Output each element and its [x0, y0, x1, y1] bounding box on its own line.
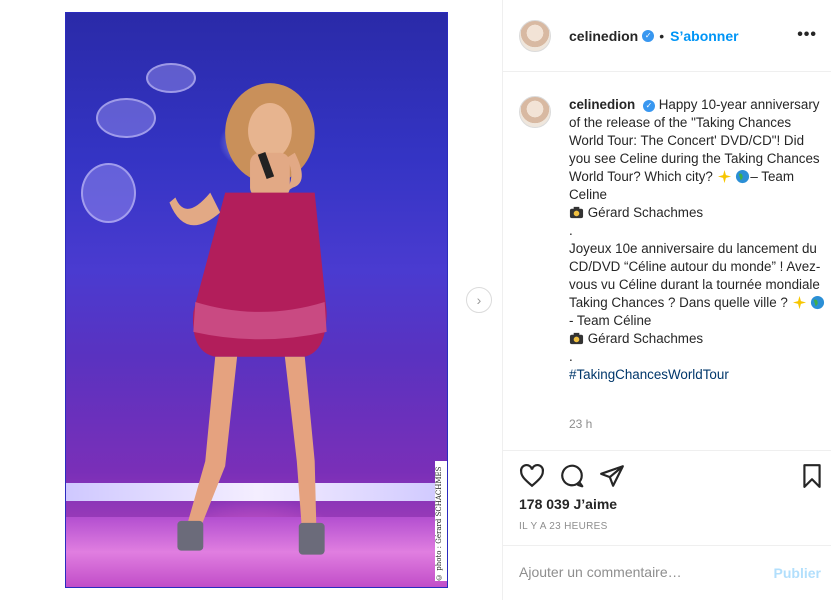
caption-username[interactable]: celinedion: [569, 97, 635, 112]
heart-icon[interactable]: [519, 463, 545, 489]
next-photo-button[interactable]: ›: [466, 287, 492, 313]
post-timestamp[interactable]: IL Y A 23 HEURES: [519, 521, 608, 532]
username-link[interactable]: celinedion: [569, 28, 638, 44]
caption-time: 23 h: [569, 417, 593, 431]
caption-dot: .: [569, 349, 573, 364]
singer-figure: [169, 83, 327, 555]
post-header: celinedion ✓ • S’abonner •••: [503, 0, 831, 72]
photo-credit: © photo : Gérard SCHACHMES: [435, 461, 447, 581]
sparkles-icon: [792, 295, 806, 310]
likes-count[interactable]: 178 039 J’aime: [519, 496, 617, 512]
hashtag-link[interactable]: #TakingChancesWorldTour: [569, 367, 729, 382]
comment-icon[interactable]: [559, 463, 585, 489]
chevron-right-icon: ›: [476, 292, 482, 308]
caption-credit-2: Gérard Schachmes: [587, 331, 704, 346]
caption-avatar[interactable]: [519, 96, 551, 128]
caption-fr-team: - Team Céline: [569, 313, 652, 328]
camera-icon: [569, 206, 584, 219]
comment-input[interactable]: [519, 564, 759, 580]
sparkles-icon: [717, 169, 731, 184]
more-options-icon[interactable]: •••: [797, 26, 817, 44]
action-bar: [503, 450, 831, 500]
publish-button[interactable]: Publier: [774, 565, 821, 581]
caption-text: celinedion ✓ Happy 10-year anniversary o…: [569, 96, 827, 384]
post-panel: celinedion ✓ • S’abonner ••• celinedion …: [503, 0, 831, 600]
comment-bar: Publier: [503, 545, 831, 600]
verified-icon: ✓: [642, 100, 655, 112]
globe-icon: [736, 169, 750, 184]
share-icon[interactable]: [599, 463, 625, 489]
bookmark-icon[interactable]: [799, 463, 825, 489]
separator-dot: •: [659, 27, 665, 44]
caption-credit: Gérard Schachmes: [587, 205, 704, 220]
avatar[interactable]: [519, 19, 551, 52]
caption-dot: .: [569, 223, 573, 238]
caption-fr-text: Joyeux 10e anniversaire du lancement du …: [569, 241, 821, 310]
post-photo[interactable]: © photo : Gérard SCHACHMES: [65, 12, 448, 588]
media-area: © photo : Gérard SCHACHMES ›: [0, 0, 503, 600]
follow-button[interactable]: S’abonner: [670, 28, 738, 44]
globe-icon: [811, 295, 825, 310]
camera-icon: [569, 332, 584, 345]
instagram-post-modal: © photo : Gérard SCHACHMES › celinedion …: [0, 0, 831, 600]
verified-icon: ✓: [642, 29, 655, 42]
